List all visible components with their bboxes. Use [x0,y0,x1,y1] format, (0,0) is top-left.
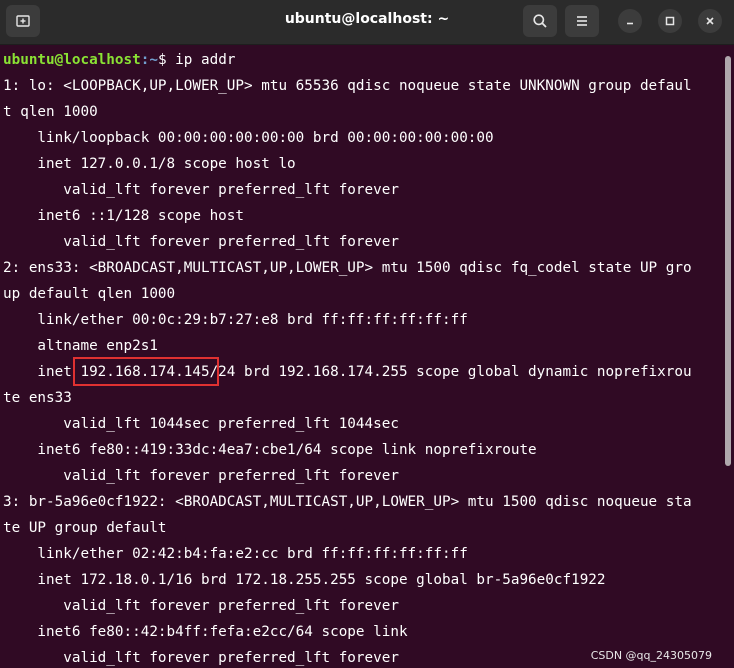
maximize-button[interactable] [658,9,682,33]
search-icon [533,14,547,28]
menu-button[interactable] [565,5,599,37]
close-icon [706,17,714,25]
output-line: up default qlen 1000 [3,286,176,302]
output-line: 3: br-5a96e0cf1922: <BROADCAST,MULTICAST… [3,494,692,510]
output-line: altname enp2s1 [3,338,158,354]
title-bar: ubuntu@localhost: ~ [0,0,734,45]
output-line: valid_lft forever preferred_lft forever [3,650,399,666]
maximize-icon [665,16,675,26]
prompt-symbol: $ [157,52,176,68]
prompt-path: :~ [140,52,158,68]
prompt-line: ubuntu@localhost:~$ ip addr [3,47,235,73]
watermark: CSDN @qq_24305079 [590,649,712,662]
command-text: ip addr [175,52,236,68]
output-line: valid_lft 1044sec preferred_lft 1044sec [3,416,399,432]
output-line: inet6 ::1/128 scope host [3,208,245,224]
ip-highlight-box [73,357,219,386]
new-tab-icon [16,15,30,27]
close-button[interactable] [698,9,722,33]
output-line: 1: lo: <LOOPBACK,UP,LOWER_UP> mtu 65536 … [3,78,692,94]
output-line: valid_lft forever preferred_lft forever [3,182,399,198]
output-line: te ens33 [3,390,72,406]
output-line: inet6 fe80::419:33dc:4ea7:cbe1/64 scope … [3,442,537,458]
output-line: valid_lft forever preferred_lft forever [3,234,399,250]
output-line: t qlen 1000 [3,104,98,120]
output-line: valid_lft forever preferred_lft forever [3,468,399,484]
new-tab-button[interactable] [6,5,40,37]
output-line: valid_lft forever preferred_lft forever [3,598,399,614]
output-line: link/ether 00:0c:29:b7:27:e8 brd ff:ff:f… [3,312,468,328]
output-line: 2: ens33: <BROADCAST,MULTICAST,UP,LOWER_… [3,260,692,276]
output-line: link/loopback 00:00:00:00:00:00 brd 00:0… [3,130,494,146]
minimize-icon [627,22,633,25]
output-line: link/ether 02:42:b4:fa:e2:cc brd ff:ff:f… [3,546,468,562]
minimize-button[interactable] [618,9,642,33]
terminal-window: ubuntu@localhost: ~ ubuntu@localhost:~$ … [0,0,734,668]
search-button[interactable] [523,5,557,37]
scrollbar[interactable] [725,56,731,466]
output-line: inet 172.18.0.1/16 brd 172.18.255.255 sc… [3,572,606,588]
output-line: te UP group default [3,520,167,536]
menu-icon [577,16,587,26]
terminal-output[interactable]: ubuntu@localhost:~$ ip addr 1: lo: <LOOP… [0,44,722,668]
output-line: inet6 fe80::42:b4ff:fefa:e2cc/64 scope l… [3,624,408,640]
output-line: inet 127.0.0.1/8 scope host lo [3,156,296,172]
prompt-user-host: ubuntu@localhost [3,52,141,68]
